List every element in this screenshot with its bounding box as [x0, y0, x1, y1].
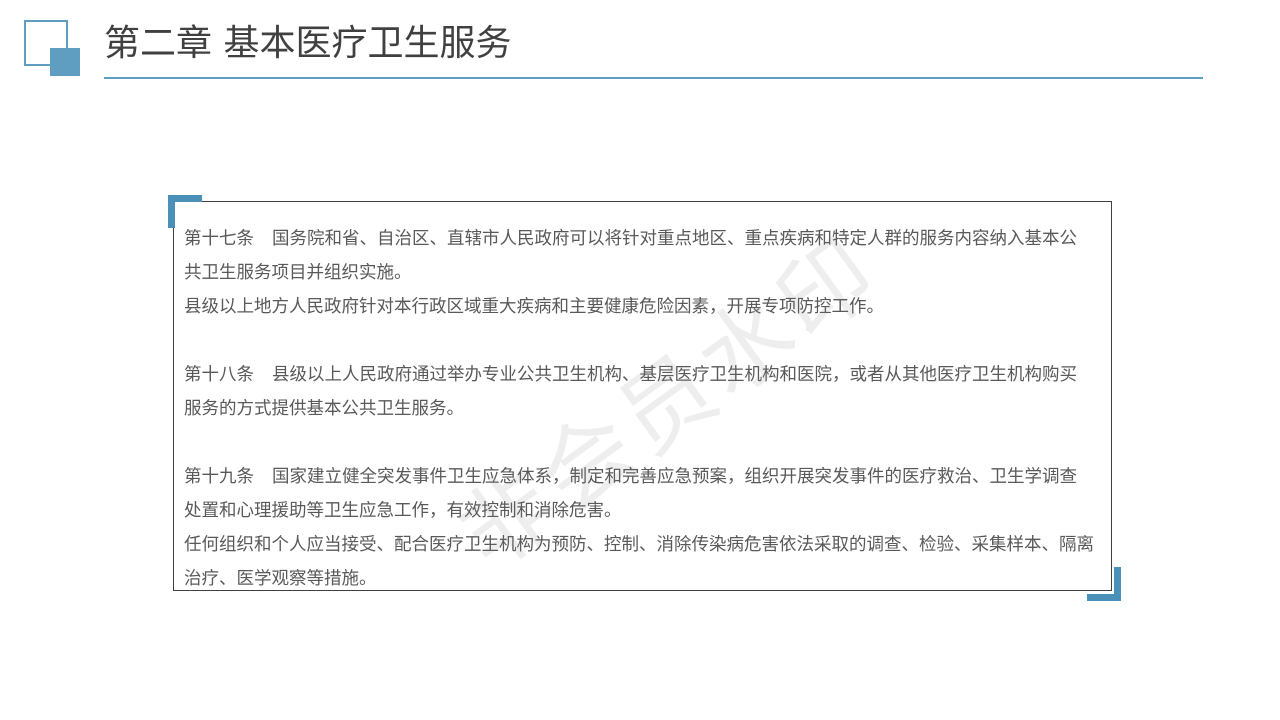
- article-19-paragraph-1: 第十九条 国家建立健全突发事件卫生应急体系，制定和完善应急预案，组织开展突发事件的…: [184, 460, 1094, 528]
- corner-accent-top-left-vertical: [168, 195, 175, 228]
- article-text-line: 国家建立健全突发事件卫生应急体系，制定和完善应急预案，组织开展突发事件的医疗救治…: [184, 467, 1077, 521]
- page-title: 第二章 基本医疗卫生服务: [104, 23, 512, 64]
- article-17-paragraph-2: 县级以上地方人民政府针对本行政区域重大疾病和主要健康危险因素，开展专项防控工作。: [184, 297, 884, 317]
- corner-accent-bottom-right-vertical: [1114, 567, 1121, 601]
- article-text-line: 国务院和省、自治区、直辖市人民政府可以将针对重点地区、重点疾病和特定人群的服务内…: [184, 229, 1077, 283]
- article-18-paragraph-1: 第十八条 县级以上人民政府通过举办专业公共卫生机构、基层医疗卫生机构和医院，或者从…: [184, 358, 1094, 426]
- logo: [24, 20, 80, 76]
- logo-filled-square: [50, 48, 80, 76]
- article-number: 第十八条: [184, 365, 254, 385]
- title-underline: [104, 77, 1203, 79]
- article-17-paragraph-1: 第十七条 国务院和省、自治区、直辖市人民政府可以将针对重点地区、重点疾病和特定人群…: [184, 222, 1094, 290]
- article-19-paragraph-2: 任何组织和个人应当接受、配合医疗卫生机构为预防、控制、消除传染病危害依法采取的调…: [184, 535, 1094, 589]
- article-text: 第十七条 国务院和省、自治区、直辖市人民政府可以将针对重点地区、重点疾病和特定人群…: [184, 222, 1094, 596]
- article-number: 第十九条: [184, 467, 254, 487]
- article-number: 第十七条: [184, 229, 254, 249]
- article-text-line: 县级以上人民政府通过举办专业公共卫生机构、基层医疗卫生机构和医院，或者从其他医疗…: [184, 365, 1077, 419]
